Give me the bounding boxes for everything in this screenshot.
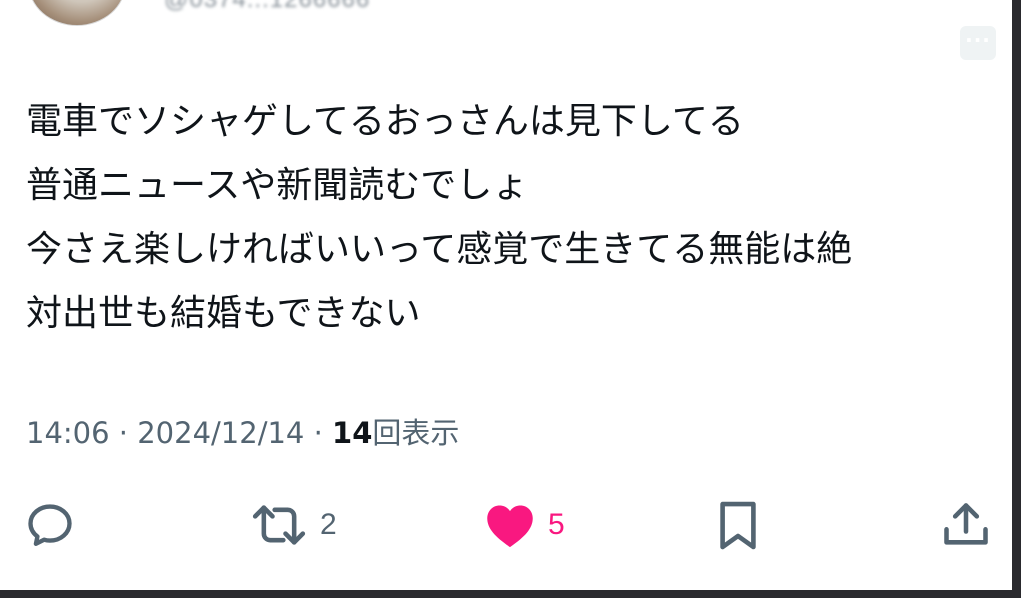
share-button[interactable]	[940, 490, 992, 560]
views-label[interactable]: 回表示	[372, 416, 459, 450]
meta-separator: ·	[313, 416, 323, 450]
tweet-metadata: 14:06 · 2024/12/14 · 14回表示	[26, 410, 459, 452]
screen-frame-right	[1012, 0, 1021, 598]
meta-separator: ·	[118, 416, 129, 450]
tweet-time[interactable]: 14:06	[26, 416, 110, 450]
reply-icon	[24, 499, 76, 551]
bookmark-icon	[716, 498, 760, 552]
tweet-date[interactable]: 2024/12/14	[137, 416, 304, 450]
like-count: 5	[548, 508, 565, 541]
avatar[interactable]	[28, 0, 126, 26]
retweet-icon	[250, 499, 308, 551]
share-icon	[940, 499, 992, 551]
tweet-text-line: 普通ニュースや新聞読むでしょ	[26, 165, 529, 206]
bookmark-button[interactable]	[716, 490, 760, 560]
retweet-count: 2	[320, 508, 337, 541]
reply-button[interactable]	[24, 490, 76, 560]
user-handle[interactable]: @0374...1266666	[164, 0, 370, 14]
tweet-text-line: 対出世も結婚もできない	[26, 293, 421, 334]
action-bar: 2 5	[0, 490, 1012, 560]
more-icon: ···	[965, 28, 991, 52]
tweet-text-line: 電車でソシャゲしてるおっさんは見下してる	[26, 101, 744, 142]
like-button[interactable]: 5	[484, 490, 565, 560]
tweet-text-line: 今さえ楽しければいいって感覚で生きてる無能は絶	[26, 229, 853, 270]
retweet-button[interactable]: 2	[250, 490, 337, 560]
views-count[interactable]: 14	[332, 416, 372, 450]
tweet-text: 電車でソシャゲしてるおっさんは見下してる 普通ニュースや新聞読むでしょ 今さえ楽…	[26, 90, 996, 346]
tweet-card: @0374...1266666 ··· 電車でソシャゲしてるおっさんは見下してる…	[0, 0, 1012, 590]
heart-icon	[484, 500, 536, 550]
more-button[interactable]: ···	[960, 26, 996, 60]
screen-frame-bottom	[0, 590, 1021, 598]
